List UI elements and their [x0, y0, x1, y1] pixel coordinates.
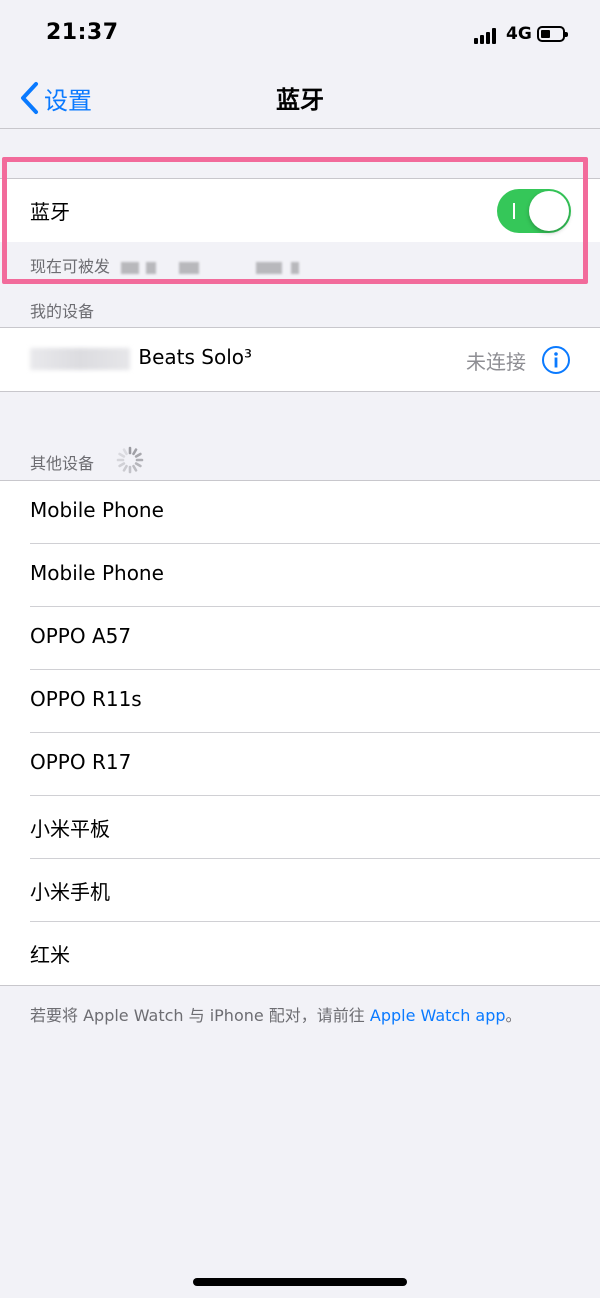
toggle-knob	[529, 191, 569, 231]
page-title: 蓝牙	[276, 86, 324, 114]
my-devices-header: 我的设备	[30, 302, 95, 321]
info-icon[interactable]	[541, 345, 571, 375]
other-device-row[interactable]: Mobile Phone	[0, 544, 600, 607]
device-name: Beats Solo³	[138, 345, 253, 369]
home-indicator[interactable]	[193, 1278, 407, 1286]
my-devices-group: Beats Solo³ 未连接	[0, 327, 600, 392]
discoverable-info: 现在可被发	[0, 242, 600, 284]
network-type: 4G	[506, 24, 532, 44]
bluetooth-row: 蓝牙	[0, 179, 600, 242]
device-name: 红米	[30, 943, 70, 967]
other-device-row[interactable]: 小米平板	[0, 796, 600, 859]
bluetooth-toggle[interactable]	[497, 189, 571, 233]
device-name: OPPO A57	[30, 624, 132, 648]
navigation-bar: 设置 蓝牙	[0, 70, 600, 129]
apple-watch-app-link[interactable]: Apple Watch app	[370, 1006, 506, 1025]
other-device-row[interactable]: 红米	[0, 922, 600, 985]
status-bar: 21:37 4G	[0, 0, 600, 70]
device-name: 小米手机	[30, 880, 110, 904]
bluetooth-label: 蓝牙	[30, 200, 70, 224]
device-name: 小米平板	[30, 817, 110, 841]
footer-prefix: 若要将 Apple Watch 与 iPhone 配对，请前往	[30, 1006, 370, 1025]
status-time: 21:37	[46, 20, 119, 45]
other-device-row[interactable]: OPPO R17	[0, 733, 600, 796]
loading-spinner-icon	[116, 446, 144, 474]
device-name: OPPO R17	[30, 750, 132, 774]
device-name: Mobile Phone	[30, 561, 164, 585]
device-row[interactable]: Beats Solo³ 未连接	[0, 328, 600, 391]
device-name: OPPO R11s	[30, 687, 142, 711]
redacted-name	[30, 347, 130, 370]
battery-icon	[537, 26, 568, 42]
cellular-signal-icon	[474, 28, 500, 44]
other-devices-header: 其他设备	[30, 454, 95, 473]
device-name: Mobile Phone	[30, 498, 164, 522]
footer-suffix: 。	[505, 1006, 522, 1025]
bluetooth-toggle-group: 蓝牙	[0, 178, 600, 243]
apple-watch-note: 若要将 Apple Watch 与 iPhone 配对，请前往 Apple Wa…	[30, 1002, 522, 1026]
other-device-row[interactable]: Mobile Phone	[0, 481, 600, 544]
other-device-row[interactable]: OPPO A57	[0, 607, 600, 670]
other-devices-group: Mobile Phone Mobile Phone OPPO A57 OPPO …	[0, 480, 600, 986]
other-device-row[interactable]: 小米手机	[0, 859, 600, 922]
discoverable-text: 现在可被发	[30, 257, 111, 276]
other-device-row[interactable]: OPPO R11s	[0, 670, 600, 733]
connection-status: 未连接	[466, 350, 526, 374]
